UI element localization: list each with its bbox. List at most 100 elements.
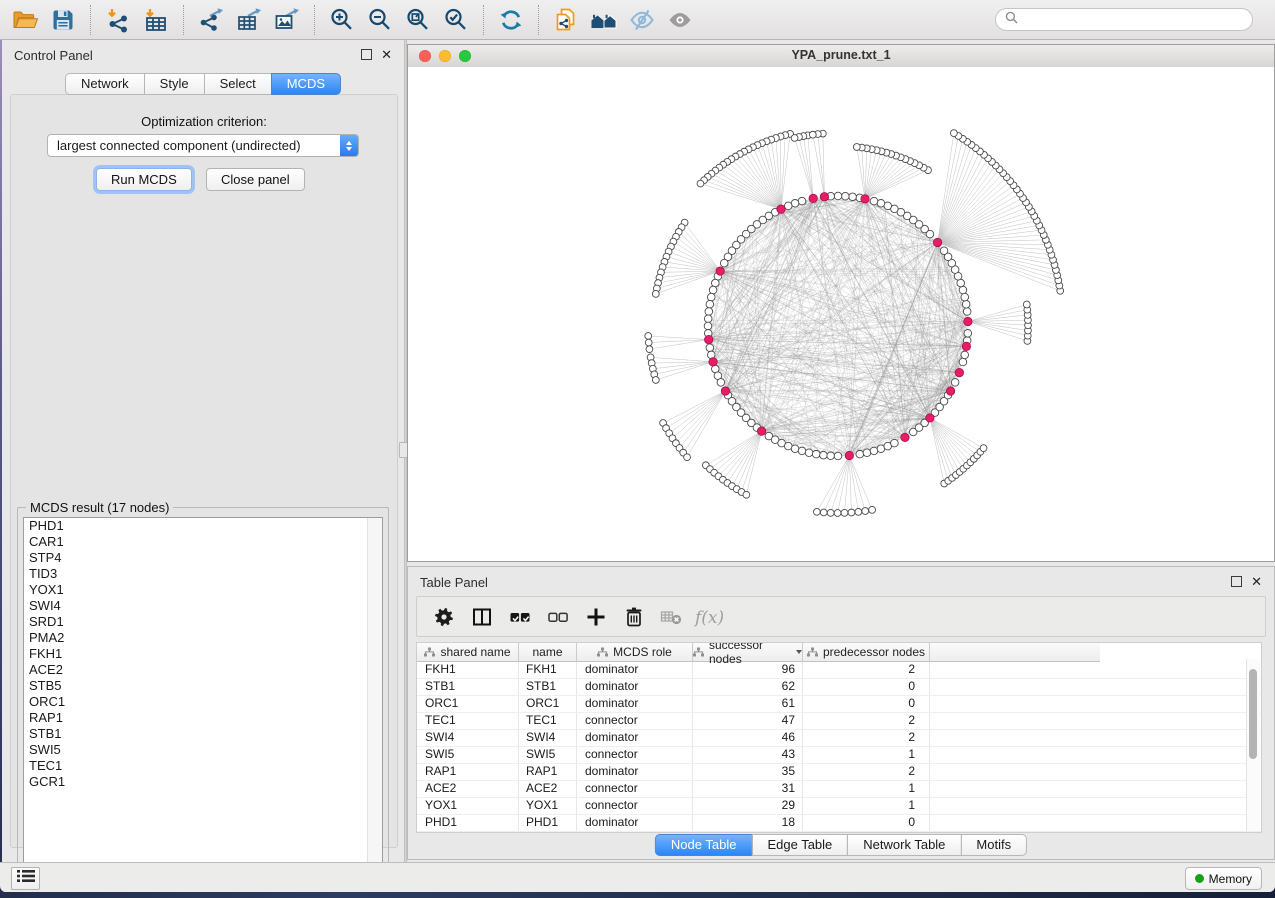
tab-network-table[interactable]: Network Table: [847, 834, 961, 856]
table-cell[interactable]: FKH1: [519, 662, 577, 678]
network-node[interactable]: [951, 379, 959, 387]
mcds-hub-node[interactable]: [946, 387, 954, 395]
table-cell[interactable]: 2: [803, 764, 930, 780]
table-cell[interactable]: dominator: [577, 662, 693, 678]
mcds-hub-node[interactable]: [757, 427, 765, 435]
mcds-hub-node[interactable]: [955, 368, 963, 376]
network-node[interactable]: [1023, 301, 1030, 308]
network-graph[interactable]: [408, 67, 1274, 561]
tab-mcds[interactable]: MCDS: [271, 73, 341, 95]
table-cell[interactable]: YOX1: [519, 798, 577, 814]
network-node[interactable]: [856, 450, 864, 458]
table-cell[interactable]: dominator: [577, 730, 693, 746]
network-node[interactable]: [706, 300, 714, 308]
mcds-result-item[interactable]: ACE2: [24, 662, 382, 678]
table-row[interactable]: SWI4SWI4dominator462: [417, 730, 1261, 747]
network-node[interactable]: [711, 279, 719, 287]
table-cell[interactable]: 0: [803, 815, 930, 831]
table-cell[interactable]: dominator: [577, 764, 693, 780]
table-cell[interactable]: RAP1: [519, 764, 577, 780]
mcds-result-item[interactable]: FKH1: [24, 646, 382, 662]
mcds-hub-node[interactable]: [901, 433, 909, 441]
table-cell[interactable]: TEC1: [417, 713, 519, 729]
network-node[interactable]: [809, 131, 816, 138]
table-cell[interactable]: 61: [693, 696, 803, 712]
close-panel-icon[interactable]: ✕: [1251, 576, 1262, 587]
table-cell[interactable]: SWI4: [519, 730, 577, 746]
table-cell[interactable]: ORC1: [519, 696, 577, 712]
mcds-hub-node[interactable]: [861, 195, 869, 203]
tab-style[interactable]: Style: [144, 73, 205, 95]
network-node[interactable]: [870, 447, 878, 455]
network-node[interactable]: [877, 199, 885, 207]
network-node[interactable]: [706, 344, 714, 352]
network-node[interactable]: [720, 259, 728, 267]
table-row[interactable]: SWI5SWI5connector431: [417, 747, 1261, 764]
network-node[interactable]: [791, 445, 799, 453]
criterion-select[interactable]: largest connected component (undirected): [47, 134, 359, 157]
network-node[interactable]: [827, 509, 834, 516]
network-node[interactable]: [834, 452, 842, 460]
table-cell[interactable]: connector: [577, 747, 693, 763]
table-cell[interactable]: STB1: [519, 679, 577, 695]
table-row[interactable]: TEC1TEC1connector472: [417, 713, 1261, 730]
network-node[interactable]: [791, 135, 798, 142]
network-node[interactable]: [841, 192, 849, 200]
mcds-result-item[interactable]: ORC1: [24, 694, 382, 710]
table-cell[interactable]: 29: [693, 798, 803, 814]
network-node[interactable]: [705, 308, 713, 316]
table-row[interactable]: STB1STB1dominator620: [417, 679, 1261, 696]
table-cell[interactable]: 1: [803, 798, 930, 814]
table-cell[interactable]: 96: [693, 662, 803, 678]
network-node[interactable]: [704, 322, 712, 330]
network-node[interactable]: [848, 509, 855, 516]
table-cell[interactable]: 18: [693, 815, 803, 831]
table-cell[interactable]: connector: [577, 713, 693, 729]
mcds-result-item[interactable]: STP4: [24, 550, 382, 566]
network-node[interactable]: [963, 308, 971, 316]
table-row[interactable]: FKH1FKH1dominator962: [417, 662, 1261, 679]
network-node[interactable]: [834, 192, 842, 200]
close-panel-button[interactable]: Close panel: [206, 168, 305, 191]
network-node[interactable]: [684, 454, 691, 461]
table-cell[interactable]: 62: [693, 679, 803, 695]
table-row[interactable]: ACE2ACE2connector311: [417, 781, 1261, 798]
table-cell[interactable]: STB1: [417, 679, 519, 695]
float-window-icon[interactable]: [1231, 576, 1242, 587]
column-header-successor-nodes[interactable]: successor nodes: [693, 643, 803, 662]
tab-motifs[interactable]: Motifs: [960, 834, 1027, 856]
table-row[interactable]: YOX1YOX1connector291: [417, 798, 1261, 815]
network-node[interactable]: [820, 509, 827, 516]
table-cell[interactable]: FKH1: [417, 662, 519, 678]
table-cell[interactable]: PHD1: [519, 815, 577, 831]
table-cell[interactable]: dominator: [577, 815, 693, 831]
network-node[interactable]: [891, 439, 899, 447]
export-image-button[interactable]: [268, 4, 306, 36]
select-all-button[interactable]: [503, 601, 537, 633]
mcds-result-item[interactable]: CAR1: [24, 534, 382, 550]
table-scrollbar-thumb[interactable]: [1249, 669, 1257, 759]
network-node[interactable]: [841, 509, 848, 516]
network-node[interactable]: [646, 346, 653, 353]
result-list-scrollbar[interactable]: [367, 518, 382, 873]
tab-edge-table[interactable]: Edge Table: [751, 834, 848, 856]
table-cell[interactable]: 2: [803, 713, 930, 729]
split-panel-button[interactable]: [465, 601, 499, 633]
network-node[interactable]: [961, 351, 969, 359]
network-node[interactable]: [652, 377, 659, 384]
table-cell[interactable]: TEC1: [519, 713, 577, 729]
network-node[interactable]: [743, 491, 750, 498]
mcds-hub-node[interactable]: [845, 451, 853, 459]
export-network-button[interactable]: [192, 4, 230, 36]
table-cell[interactable]: RAP1: [417, 764, 519, 780]
network-node[interactable]: [855, 508, 862, 515]
network-node[interactable]: [707, 293, 715, 301]
mcds-result-item[interactable]: GCR1: [24, 774, 382, 790]
table-cell[interactable]: 2: [803, 730, 930, 746]
mcds-result-item[interactable]: SWI5: [24, 742, 382, 758]
tab-network[interactable]: Network: [65, 73, 145, 95]
export-table-button[interactable]: [230, 4, 268, 36]
open-session-button[interactable]: [6, 4, 44, 36]
table-cell[interactable]: 1: [803, 781, 930, 797]
table-row[interactable]: ORC1ORC1dominator610: [417, 696, 1261, 713]
